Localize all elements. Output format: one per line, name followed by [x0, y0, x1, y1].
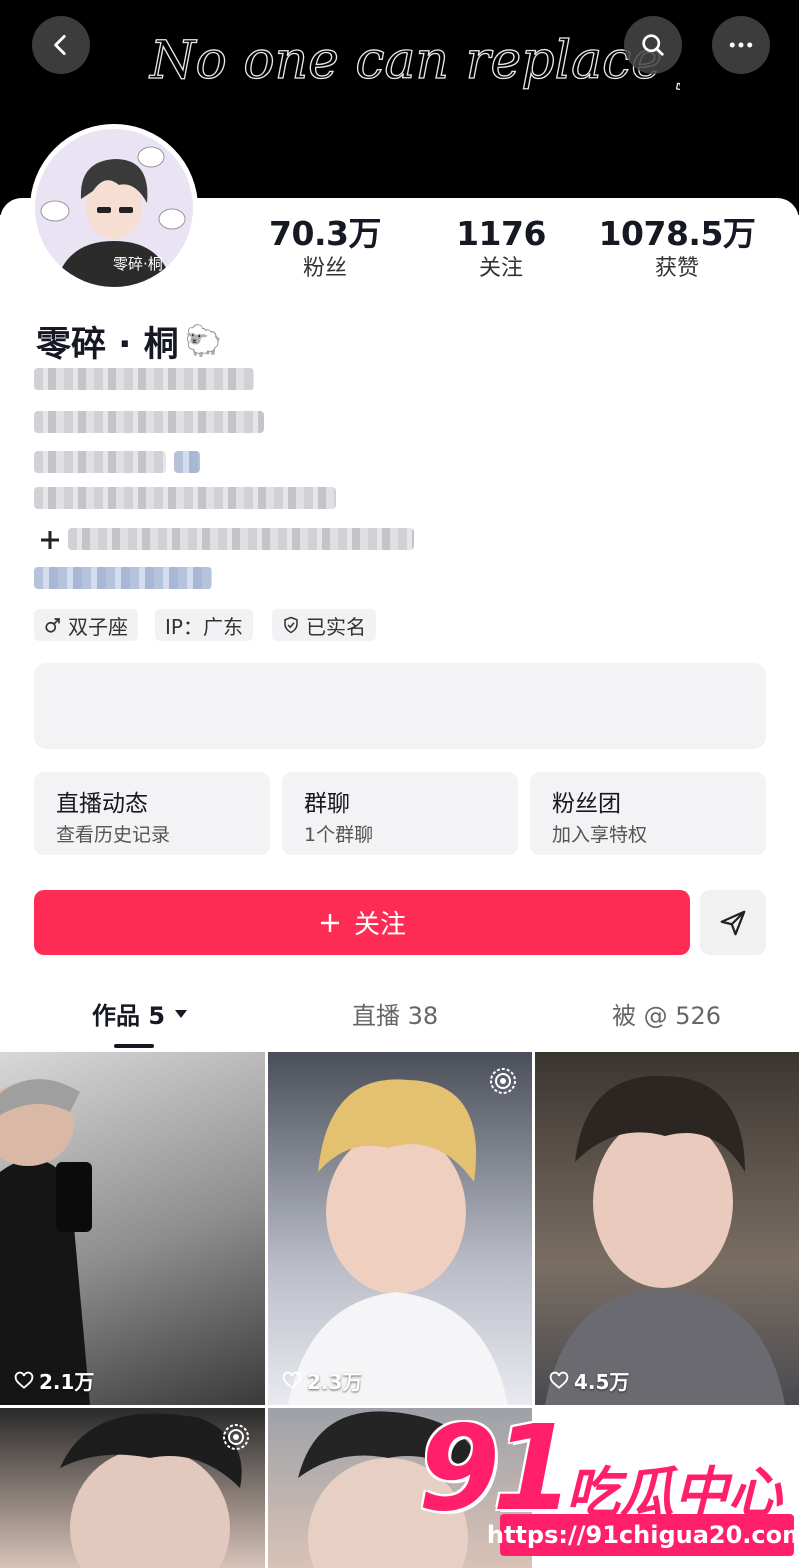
- tab-indicator: [114, 1044, 154, 1048]
- card-subtitle: 1个群聊: [304, 824, 374, 846]
- back-button[interactable]: [32, 16, 90, 74]
- live-ring-icon: [490, 1068, 516, 1094]
- tag-zodiac-text: 双子座: [68, 614, 128, 639]
- stat-followers[interactable]: 70.3万 粉丝: [240, 214, 410, 284]
- like-count: 2.3万: [282, 1366, 362, 1395]
- more-button[interactable]: [712, 16, 770, 74]
- send-icon: [720, 910, 746, 935]
- card-title: 粉丝团: [552, 791, 621, 817]
- search-button[interactable]: [624, 16, 682, 74]
- empty-info-card: [34, 663, 766, 749]
- svg-text:零碎·桐: 零碎·桐: [113, 255, 163, 273]
- chevron-left-icon: [54, 34, 66, 56]
- avatar[interactable]: 零碎·桐: [30, 124, 198, 292]
- followers-count: 70.3万: [269, 214, 381, 253]
- like-count-text: 2.3万: [307, 1370, 363, 1394]
- card-subtitle: 加入享特权: [552, 824, 648, 846]
- profile-name: 零碎 · 桐 🐑: [36, 316, 222, 367]
- banner-script-text: No one can replace you: [147, 30, 680, 91]
- avatar-illustration: 零碎·桐: [35, 129, 193, 287]
- follow-label: 关注: [353, 910, 406, 940]
- tag-verified: 已实名: [272, 609, 376, 641]
- tag-ip-text: IP：广东: [165, 614, 243, 639]
- shield-check-icon: [284, 616, 298, 634]
- likes-count: 1078.5万: [598, 214, 756, 253]
- stat-following[interactable]: 1176 关注: [416, 214, 586, 284]
- blurred-bio-line: [34, 451, 166, 473]
- plus-icon: [41, 531, 59, 549]
- tab-works-label: 作品 5: [92, 1002, 166, 1030]
- heart-icon: [549, 1371, 569, 1389]
- group-chat-card[interactable]: 群聊 1个群聊: [282, 772, 518, 855]
- svg-text:No one can replace you: No one can replace you: [148, 31, 680, 91]
- live-ring-icon: [223, 1424, 249, 1450]
- video-preview-image: [0, 1079, 92, 1405]
- blurred-link-line[interactable]: [34, 567, 212, 589]
- sheep-icon: 🐑: [184, 324, 223, 359]
- plus-icon: [320, 913, 339, 932]
- tab-works[interactable]: 作品 5: [92, 996, 189, 1031]
- blurred-id-line: [34, 368, 254, 390]
- stat-likes[interactable]: 1078.5万 获赞: [592, 214, 762, 284]
- video-thumbnail[interactable]: 2.1万: [0, 1052, 265, 1405]
- video-thumbnail[interactable]: 4.5万: [535, 1052, 799, 1405]
- caret-down-icon[interactable]: [173, 1008, 189, 1020]
- following-count: 1176: [456, 214, 546, 253]
- search-icon: [642, 34, 664, 56]
- card-title: 直播动态: [56, 791, 148, 817]
- tag-zodiac: 双子座: [34, 609, 138, 641]
- male-icon: [45, 618, 60, 633]
- like-count: 2.1万: [14, 1366, 94, 1395]
- followers-label: 粉丝: [302, 256, 347, 281]
- heart-icon: [14, 1371, 34, 1389]
- blurred-bio-line: [68, 528, 414, 550]
- tag-verified-text: 已实名: [306, 614, 366, 639]
- like-count: 4.5万: [549, 1366, 629, 1395]
- video-preview-image: [288, 1079, 508, 1405]
- follow-button[interactable]: 关注: [34, 890, 690, 955]
- video-thumbnail[interactable]: [0, 1408, 265, 1568]
- live-history-card[interactable]: 直播动态 查看历史记录: [34, 772, 270, 855]
- like-count-text: 4.5万: [574, 1370, 630, 1394]
- watermark-url: https://91chigua20.com: [487, 1514, 799, 1556]
- card-title: 群聊: [304, 791, 350, 817]
- following-label: 关注: [478, 256, 523, 281]
- tab-mentions-label: 被 @ 526: [612, 1002, 722, 1030]
- fan-club-card[interactable]: 粉丝团 加入享特权: [530, 772, 766, 855]
- video-thumbnail[interactable]: 2.3万: [268, 1052, 532, 1405]
- watermark-logo: 91 吃瓜中心 https://91chigua20.com: [418, 1399, 799, 1568]
- profile-name-text: 零碎 · 桐: [36, 325, 179, 365]
- tab-live[interactable]: 直播 38: [352, 996, 438, 1031]
- blurred-bio-line: [174, 451, 200, 473]
- heart-icon: [282, 1371, 302, 1389]
- tab-live-label: 直播 38: [352, 1002, 439, 1030]
- video-preview-image: [545, 1075, 785, 1405]
- like-count-text: 2.1万: [39, 1370, 95, 1394]
- watermark-number: 91: [418, 1399, 574, 1537]
- card-subtitle: 查看历史记录: [56, 824, 171, 846]
- send-message-button[interactable]: [700, 890, 766, 955]
- blurred-bio-line: [34, 411, 264, 433]
- more-dots-icon: [729, 42, 753, 48]
- tab-mentions[interactable]: 被 @ 526: [612, 996, 721, 1031]
- likes-label: 获赞: [654, 256, 699, 281]
- tag-ip: IP：广东: [155, 609, 253, 641]
- blurred-bio-line: [34, 487, 336, 509]
